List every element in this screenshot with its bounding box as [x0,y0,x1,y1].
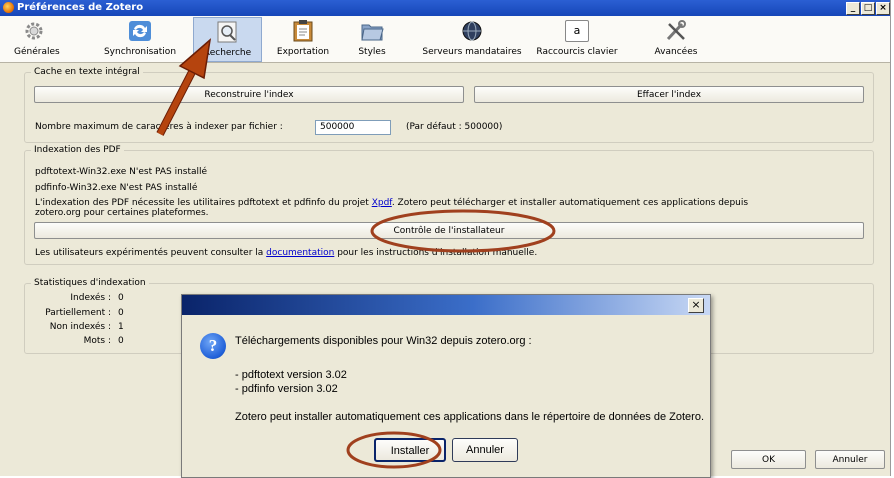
window-title: Préférences de Zotero [17,2,144,13]
question-icon: ? [200,333,226,359]
search-icon [217,21,236,43]
preferences-toolbar: Générales Synchronisation Recherche Expo… [0,16,890,63]
dialog-message-line1: Téléchargements disponibles pour Win32 d… [235,335,532,347]
stat-label: Non indexés : [49,322,111,332]
tab-label: Serveurs mandataires [422,47,522,57]
folder-icon [361,24,384,41]
tab-synchronisation[interactable]: Synchronisation [97,17,183,60]
dialog-message-line3: Zotero peut installer automatiquement ce… [235,411,705,423]
tab-label: Raccourcis clavier [536,47,618,57]
advanced-note-text: pour les instructions d'installation man… [334,248,538,258]
dialog-title-bar: × [182,295,710,315]
tab-label: Synchronisation [103,47,177,57]
pdftotext-status: pdftotext-Win32.exe N'est PAS installé [35,167,208,177]
footer-cancel-button[interactable]: Annuler [815,450,885,469]
installer-check-button[interactable]: Contrôle de l'installateur [34,222,864,239]
dialog-close-button[interactable]: × [688,298,704,313]
tab-serveurs-mandataires[interactable]: Serveurs mandataires [412,17,532,60]
tab-raccourcis-clavier[interactable]: a Raccourcis clavier [532,17,622,60]
dialog-item-pdfinfo: - pdfinfo version 3.02 [235,383,338,395]
globe-icon [462,21,482,41]
tab-recherche[interactable]: Recherche [193,17,262,62]
documentation-link[interactable]: documentation [266,248,334,258]
pdf-description-text: . Zotero peut télécharger et installer a… [391,198,749,208]
clear-index-button[interactable]: Effacer l'index [474,86,864,103]
gear-icon [25,22,43,40]
max-chars-default-note: (Par défaut : 500000) [406,122,503,132]
advanced-users-note: Les utilisateurs expérimentés peuvent co… [35,248,537,258]
tab-styles[interactable]: Styles [350,17,394,60]
fulltext-cache-legend: Cache en texte intégral [34,67,140,77]
tab-label: Styles [358,47,386,57]
stat-label: Indexés : [70,293,111,303]
dialog-cancel-button[interactable]: Annuler [452,438,518,462]
tab-avancees[interactable]: Avancées [651,17,701,60]
tab-label: Avancées [654,47,698,57]
pdfinfo-status: pdfinfo-Win32.exe N'est PAS installé [35,183,198,193]
rebuild-index-button[interactable]: Reconstruire l'index [34,86,464,103]
dialog-item-pdftotext: - pdftotext version 3.02 [235,369,347,381]
ok-button[interactable]: OK [731,450,806,469]
pdf-indexing-legend: Indexation des PDF [34,145,121,155]
stat-value: 0 [118,336,124,346]
pdf-description: L'indexation des PDF nécessite les utili… [35,198,748,208]
tab-label: Recherche [203,48,252,58]
clipboard-icon [293,20,313,42]
tab-label: Exportation [276,47,330,57]
minimize-button[interactable]: _ [846,2,860,15]
max-chars-input[interactable]: 500000 [315,120,391,135]
install-button[interactable]: Installer [374,438,446,462]
xpdf-link[interactable]: Xpdf [372,198,392,208]
max-chars-label: Nombre maximum de caractères à indexer p… [35,122,283,132]
index-stats-legend: Statistiques d'indexation [34,278,146,288]
stat-value: 1 [118,322,124,332]
sync-icon [129,21,151,41]
advanced-note-text: Les utilisateurs expérimentés peuvent co… [35,248,267,258]
close-window-button[interactable]: × [876,2,890,15]
download-dialog: × ? Téléchargements disponibles pour Win… [181,294,711,478]
tab-label: Générales [14,47,60,57]
maximize-button[interactable]: □ [861,2,875,15]
tools-icon [666,20,686,41]
stat-value: 0 [118,308,124,318]
stat-label: Partiellement : [45,308,111,318]
tab-exportation[interactable]: Exportation [268,17,338,60]
stat-label: Mots : [83,336,111,346]
keyboard-key-icon: a [565,20,589,42]
pdf-description-text: L'indexation des PDF nécessite les utili… [35,198,372,208]
tab-generales[interactable]: Générales [14,17,60,60]
zotero-logo-icon [3,2,14,13]
title-bar: Préférences de Zotero _ □ × [0,0,890,16]
pdf-description-line2: zotero.org pour certaines plateformes. [35,208,209,218]
stat-value: 0 [118,293,124,303]
